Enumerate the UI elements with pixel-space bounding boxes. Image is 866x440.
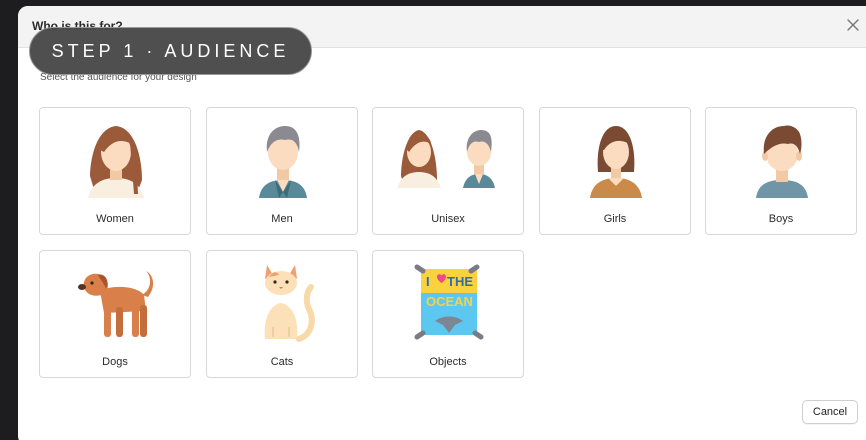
option-label: Unisex: [431, 213, 465, 225]
option-label: Cats: [270, 356, 294, 368]
option-men[interactable]: Men: [206, 107, 358, 235]
option-label: Girls: [603, 213, 627, 225]
option-label: Men: [271, 213, 293, 225]
man-icon: [259, 126, 307, 198]
boy-icon: [756, 125, 808, 198]
option-objects[interactable]: I THE OCEAN Objects: [372, 250, 524, 378]
poster-text-i: I: [426, 274, 430, 289]
cat-icon: [264, 265, 315, 342]
poster-icon: I THE OCEAN: [414, 264, 484, 340]
girl-icon: [590, 126, 642, 198]
close-button[interactable]: [844, 16, 862, 34]
poster-text-ocean: OCEAN: [426, 294, 473, 309]
woman-icon: [88, 126, 144, 198]
step-badge: STEP 1 · AUDIENCE: [29, 27, 312, 75]
option-unisex[interactable]: Unisex: [372, 107, 524, 235]
option-label: Dogs: [102, 356, 128, 368]
dog-icon: [78, 271, 154, 337]
option-cats[interactable]: Cats: [206, 250, 358, 378]
option-women[interactable]: Women: [39, 107, 191, 235]
option-label: Boys: [768, 213, 794, 225]
option-label: Women: [96, 213, 134, 225]
poster-text-the: THE: [447, 274, 473, 289]
unisex-icon: [397, 130, 495, 188]
cancel-button[interactable]: Cancel: [802, 400, 858, 424]
option-boys[interactable]: Boys: [705, 107, 857, 235]
option-dogs[interactable]: Dogs: [39, 250, 191, 378]
option-label: Objects: [429, 356, 467, 368]
option-girls[interactable]: Girls: [539, 107, 691, 235]
close-icon: [847, 19, 859, 31]
